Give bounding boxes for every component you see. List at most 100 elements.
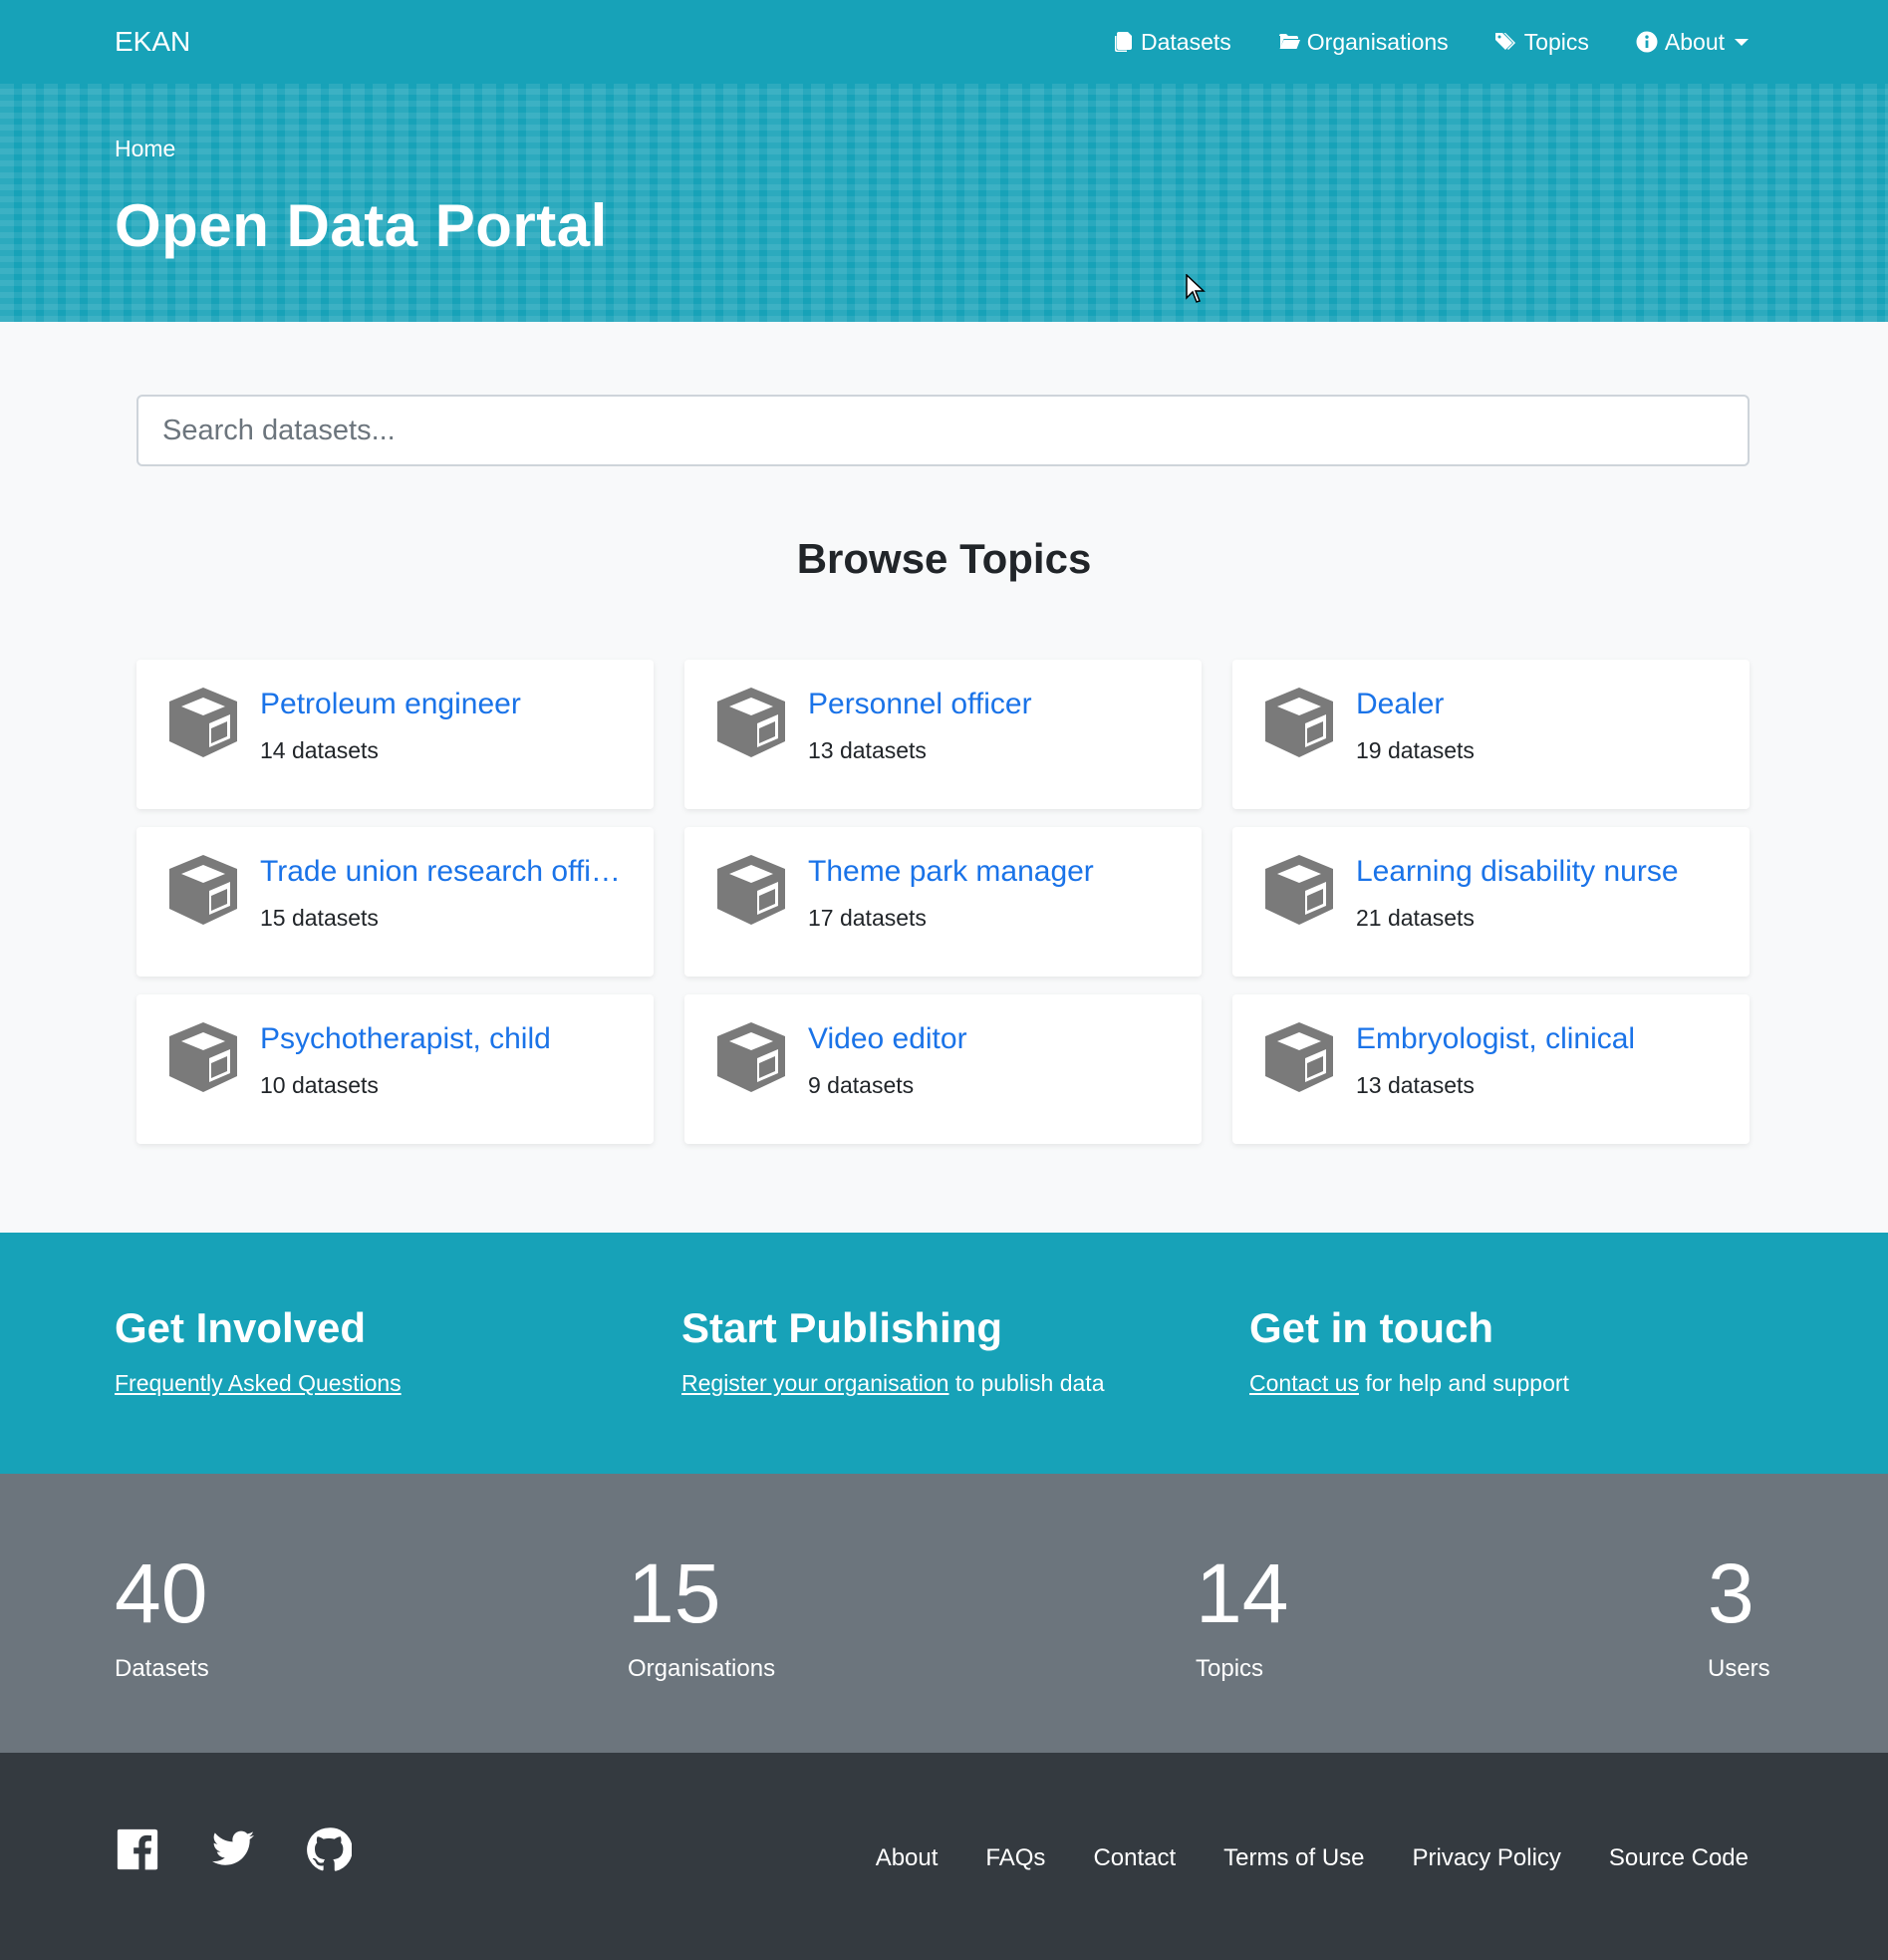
start-publishing-text: Register your organisation to publish da…	[681, 1370, 1105, 1397]
nav-datasets-label: Datasets	[1141, 28, 1231, 55]
cube-icon	[169, 688, 237, 757]
footer-nav: About FAQs Contact Terms of Use Privacy …	[876, 1844, 1749, 1872]
twitter-icon	[211, 1830, 255, 1865]
get-in-touch-heading: Get in touch	[1249, 1304, 1493, 1351]
copy-icon	[1115, 32, 1132, 52]
stat-value: 3	[1708, 1546, 1754, 1640]
stat-label: Topics	[1196, 1655, 1264, 1682]
brand-link[interactable]: EKAN	[115, 26, 190, 58]
hero-header: EKAN Datasets Organisations Topics About…	[0, 0, 1888, 322]
topic-card[interactable]: Video editor 9 datasets	[684, 994, 1202, 1144]
mouse-cursor-icon	[1186, 274, 1206, 303]
get-involved-column: Get Involved Frequently Asked Questions	[115, 1304, 402, 1397]
cube-icon	[1265, 855, 1333, 925]
facebook-link[interactable]	[115, 1826, 160, 1877]
stat-label: Organisations	[628, 1655, 776, 1682]
topic-count: 13 datasets	[1356, 1072, 1475, 1098]
tags-icon	[1494, 33, 1515, 50]
stat-users: 3 Users	[1708, 1551, 1770, 1683]
topic-link[interactable]: Psychotherapist, child	[260, 1020, 626, 1058]
stats-band: 40 Datasets 15 Organisations 14 Topics 3…	[0, 1474, 1888, 1753]
social-links	[115, 1826, 353, 1877]
contact-us-link[interactable]: Contact us	[1249, 1370, 1359, 1396]
browse-topics-heading: Browse Topics	[796, 535, 1092, 582]
topic-count: 15 datasets	[260, 905, 379, 931]
topic-count: 10 datasets	[260, 1072, 379, 1098]
nav-organisations-label: Organisations	[1306, 28, 1449, 55]
topic-card[interactable]: Petroleum engineer 14 datasets	[136, 660, 654, 809]
footer-link-privacy[interactable]: Privacy Policy	[1413, 1844, 1561, 1872]
navbar: EKAN Datasets Organisations Topics About	[0, 0, 1888, 84]
get-in-touch-column: Get in touch Contact us for help and sup…	[1249, 1304, 1569, 1397]
start-publishing-suffix: to publish data	[948, 1370, 1105, 1396]
folder-open-icon	[1278, 34, 1300, 49]
topic-link[interactable]: Learning disability nurse	[1356, 853, 1722, 891]
topic-link[interactable]: Embryologist, clinical	[1356, 1020, 1722, 1058]
topic-link[interactable]: Video editor	[808, 1020, 1174, 1058]
github-link[interactable]	[306, 1826, 353, 1877]
stat-label: Users	[1708, 1655, 1770, 1682]
topic-body: Theme park manager 17 datasets	[808, 847, 1174, 932]
footer-link-faqs[interactable]: FAQs	[985, 1844, 1045, 1872]
footer-link-about[interactable]: About	[876, 1844, 939, 1872]
page-title: Open Data Portal	[115, 192, 608, 259]
get-in-touch-suffix: for help and support	[1358, 1370, 1569, 1396]
info-circle-icon	[1636, 31, 1658, 53]
topic-link[interactable]: Trade union research officer	[260, 853, 626, 891]
topic-link[interactable]: Dealer	[1356, 686, 1722, 723]
cube-icon	[1265, 1022, 1333, 1092]
topic-card[interactable]: Embryologist, clinical 13 datasets	[1232, 994, 1750, 1144]
nav-about-dropdown[interactable]: About	[1635, 29, 1749, 56]
topic-body: Embryologist, clinical 13 datasets	[1356, 1014, 1722, 1099]
topic-count: 19 datasets	[1356, 737, 1475, 763]
chevron-down-icon	[1735, 38, 1749, 46]
twitter-link[interactable]	[210, 1826, 256, 1877]
topic-card[interactable]: Theme park manager 17 datasets	[684, 827, 1202, 977]
search-container	[136, 395, 1750, 466]
topic-card[interactable]: Trade union research officer 15 datasets	[136, 827, 654, 977]
cube-icon	[1265, 688, 1333, 757]
start-publishing-column: Start Publishing Register your organisat…	[681, 1304, 1105, 1397]
nav-topics[interactable]: Topics	[1494, 29, 1589, 56]
get-involved-heading: Get Involved	[115, 1304, 367, 1351]
footer-link-contact[interactable]: Contact	[1093, 1844, 1176, 1872]
faq-link[interactable]: Frequently Asked Questions	[115, 1370, 402, 1396]
start-publishing-heading: Start Publishing	[681, 1304, 1003, 1351]
footer-link-source-code[interactable]: Source Code	[1609, 1844, 1749, 1872]
topic-body: Personnel officer 13 datasets	[808, 680, 1174, 764]
site-footer: About FAQs Contact Terms of Use Privacy …	[0, 1753, 1888, 1960]
topic-link[interactable]: Personnel officer	[808, 686, 1174, 723]
topic-count: 17 datasets	[808, 905, 927, 931]
stat-organisations: 15 Organisations	[628, 1551, 775, 1683]
search-input[interactable]	[136, 395, 1750, 466]
stat-datasets: 40 Datasets	[115, 1551, 209, 1683]
github-icon	[307, 1827, 353, 1871]
topic-body: Dealer 19 datasets	[1356, 680, 1722, 764]
topic-card[interactable]: Learning disability nurse 21 datasets	[1232, 827, 1750, 977]
breadcrumb-home[interactable]: Home	[115, 136, 175, 162]
topic-body: Psychotherapist, child 10 datasets	[260, 1014, 626, 1099]
topic-count: 14 datasets	[260, 737, 379, 763]
topic-card[interactable]: Personnel officer 13 datasets	[684, 660, 1202, 809]
stat-label: Datasets	[115, 1655, 209, 1682]
topic-body: Video editor 9 datasets	[808, 1014, 1174, 1099]
stat-value: 14	[1196, 1546, 1289, 1640]
topic-count: 9 datasets	[808, 1072, 915, 1098]
register-organisation-link[interactable]: Register your organisation	[681, 1370, 948, 1396]
cube-icon	[169, 1022, 237, 1092]
stat-value: 40	[115, 1546, 208, 1640]
nav-datasets[interactable]: Datasets	[1111, 29, 1231, 56]
topic-body: Trade union research officer 15 datasets	[260, 847, 626, 932]
topic-card[interactable]: Dealer 19 datasets	[1232, 660, 1750, 809]
cube-icon	[169, 855, 237, 925]
footer-link-terms[interactable]: Terms of Use	[1223, 1844, 1364, 1872]
nav-about-label: About	[1664, 28, 1725, 55]
nav-organisations[interactable]: Organisations	[1277, 29, 1449, 56]
cube-icon	[717, 1022, 785, 1092]
topic-link[interactable]: Theme park manager	[808, 853, 1174, 891]
topic-body: Learning disability nurse 21 datasets	[1356, 847, 1722, 932]
topic-card[interactable]: Psychotherapist, child 10 datasets	[136, 994, 654, 1144]
get-involved-text: Frequently Asked Questions	[115, 1370, 402, 1397]
cube-icon	[717, 855, 785, 925]
topic-link[interactable]: Petroleum engineer	[260, 686, 626, 723]
